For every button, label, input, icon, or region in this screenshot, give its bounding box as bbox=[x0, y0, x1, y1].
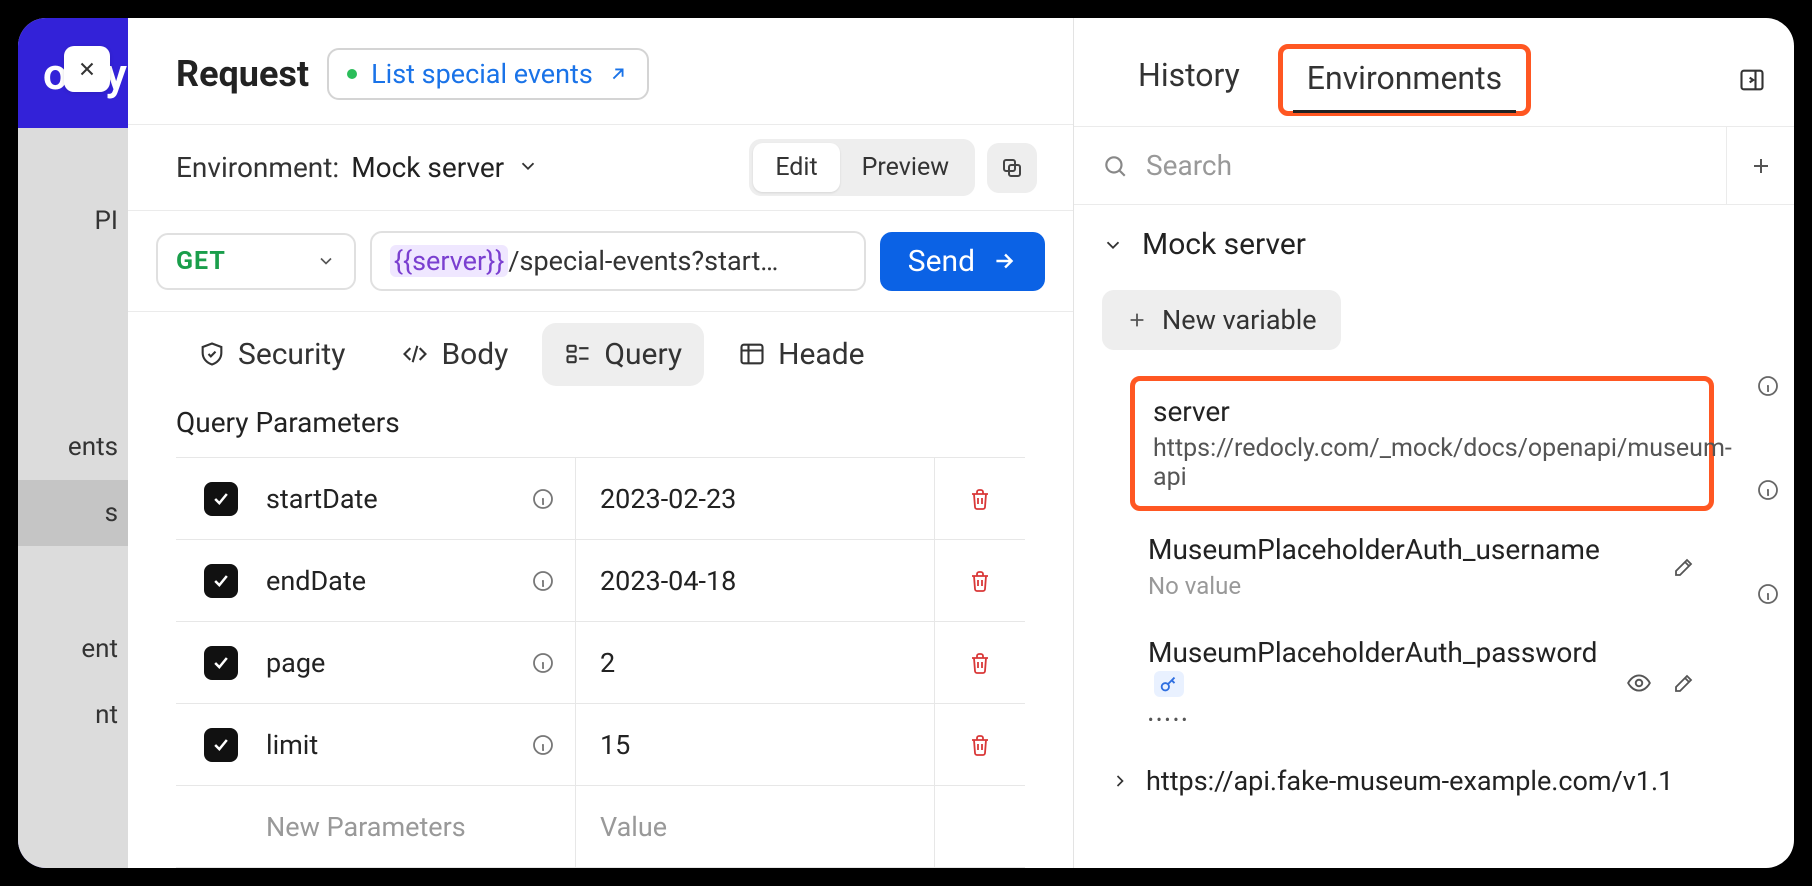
info-icon[interactable] bbox=[531, 487, 555, 511]
tab-history[interactable]: History bbox=[1130, 46, 1248, 114]
variable-item[interactable]: MuseumPlaceholderAuth_password ••••• bbox=[1130, 622, 1714, 743]
chevron-down-icon bbox=[517, 155, 539, 177]
eye-icon[interactable] bbox=[1626, 670, 1652, 696]
edit-button[interactable]: Edit bbox=[753, 143, 839, 192]
table-row-new: New Parameters Value bbox=[176, 786, 1025, 868]
chevron-down-icon bbox=[316, 251, 336, 271]
variable-item[interactable]: MuseumPlaceholderAuth_username No value bbox=[1130, 519, 1714, 614]
collapse-panel-icon[interactable] bbox=[1738, 66, 1766, 94]
url-variable: {{server}} bbox=[390, 245, 509, 277]
search-icon bbox=[1102, 153, 1128, 179]
shield-icon bbox=[198, 340, 226, 368]
query-params-table: startDate 2023-02-23 endDate 2023-04-18 … bbox=[176, 457, 1025, 868]
code-icon bbox=[401, 340, 429, 368]
tab-query[interactable]: Query bbox=[542, 323, 704, 386]
sidebar-item[interactable]: ent bbox=[18, 616, 128, 682]
send-button[interactable]: Send bbox=[880, 232, 1045, 291]
headers-icon bbox=[738, 340, 766, 368]
param-name[interactable]: startDate bbox=[266, 483, 378, 515]
tab-body[interactable]: Body bbox=[379, 323, 530, 386]
variable-item[interactable]: server https://redocly.com/_mock/docs/op… bbox=[1130, 376, 1714, 511]
external-link-icon bbox=[607, 63, 629, 85]
param-value[interactable]: 2 bbox=[600, 647, 615, 679]
new-variable-button[interactable]: New variable bbox=[1102, 290, 1341, 350]
variable-name: MuseumPlaceholderAuth_password bbox=[1148, 636, 1626, 702]
variable-no-value: No value bbox=[1148, 572, 1672, 600]
method-selector[interactable]: GET bbox=[156, 233, 356, 290]
close-button[interactable] bbox=[64, 46, 110, 92]
info-icon[interactable] bbox=[531, 651, 555, 675]
param-checkbox[interactable] bbox=[204, 482, 238, 516]
delete-icon[interactable] bbox=[968, 487, 992, 511]
delete-icon[interactable] bbox=[968, 733, 992, 757]
environment-header[interactable]: Mock server bbox=[1074, 205, 1794, 284]
copy-icon bbox=[1000, 156, 1024, 180]
status-dot-icon bbox=[347, 69, 357, 79]
environment-header-collapsed[interactable]: https://api.fake-museum-example.com/v1.1 bbox=[1074, 751, 1794, 807]
tab-security[interactable]: Security bbox=[176, 323, 367, 386]
edit-icon[interactable] bbox=[1672, 671, 1696, 695]
sidebar-item[interactable]: nt bbox=[18, 682, 128, 748]
edit-preview-toggle: Edit Preview bbox=[749, 139, 975, 196]
sidebar-item[interactable]: s bbox=[18, 480, 128, 546]
chevron-right-icon bbox=[1110, 771, 1130, 791]
param-value[interactable]: 15 bbox=[600, 729, 630, 761]
param-name[interactable]: limit bbox=[266, 729, 318, 761]
preview-button[interactable]: Preview bbox=[840, 143, 971, 192]
table-row: page 2 bbox=[176, 622, 1025, 704]
info-icon[interactable] bbox=[1756, 478, 1780, 502]
arrow-right-icon bbox=[991, 248, 1017, 274]
info-icon[interactable] bbox=[531, 569, 555, 593]
url-input[interactable]: {{server}}/special-events?start… bbox=[370, 231, 866, 291]
param-value[interactable]: 2023-04-18 bbox=[600, 565, 736, 597]
delete-icon[interactable] bbox=[968, 569, 992, 593]
variable-name: server bbox=[1153, 395, 1691, 428]
query-icon bbox=[564, 340, 592, 368]
delete-icon[interactable] bbox=[968, 651, 992, 675]
plus-icon bbox=[1126, 309, 1148, 331]
tab-environments[interactable]: Environments bbox=[1278, 44, 1531, 116]
table-row: endDate 2023-04-18 bbox=[176, 540, 1025, 622]
environment-label: Environment: bbox=[176, 151, 339, 184]
chevron-down-icon bbox=[1102, 234, 1124, 256]
info-icon[interactable] bbox=[1756, 374, 1780, 398]
new-param-name-input[interactable]: New Parameters bbox=[266, 811, 466, 843]
plus-icon bbox=[1749, 154, 1773, 178]
param-checkbox[interactable] bbox=[204, 564, 238, 598]
key-icon bbox=[1154, 671, 1184, 697]
variable-masked-value: ••••• bbox=[1148, 710, 1626, 729]
table-row: startDate 2023-02-23 bbox=[176, 458, 1025, 540]
param-checkbox[interactable] bbox=[204, 728, 238, 762]
info-icon[interactable] bbox=[531, 733, 555, 757]
close-icon bbox=[76, 58, 98, 80]
left-sidebar: ocly PI ents s ent nt bbox=[18, 18, 128, 868]
page-title: Request bbox=[176, 53, 309, 95]
param-value[interactable]: 2023-02-23 bbox=[600, 483, 736, 515]
http-method: GET bbox=[176, 247, 226, 276]
variable-value: https://redocly.com/_mock/docs/openapi/m… bbox=[1153, 434, 1691, 492]
sidebar-item[interactable]: ents bbox=[18, 414, 128, 480]
query-params-title: Query Parameters bbox=[128, 396, 1073, 457]
add-environment-button[interactable] bbox=[1726, 127, 1794, 204]
search-input[interactable] bbox=[1146, 149, 1698, 182]
info-icon[interactable] bbox=[1756, 582, 1780, 606]
variable-name: MuseumPlaceholderAuth_username bbox=[1148, 533, 1672, 566]
tab-headers[interactable]: Heade bbox=[716, 323, 886, 386]
new-param-value-input[interactable]: Value bbox=[600, 811, 667, 843]
param-name[interactable]: endDate bbox=[266, 565, 366, 597]
copy-button[interactable] bbox=[987, 143, 1037, 193]
request-chip[interactable]: List special events bbox=[327, 48, 649, 100]
param-name[interactable]: page bbox=[266, 647, 325, 679]
request-name-link[interactable]: List special events bbox=[371, 58, 593, 90]
edit-icon[interactable] bbox=[1672, 555, 1696, 579]
param-checkbox[interactable] bbox=[204, 646, 238, 680]
sidebar-item[interactable]: PI bbox=[18, 188, 128, 254]
environment-selector[interactable]: Mock server bbox=[351, 151, 539, 184]
table-row: limit 15 bbox=[176, 704, 1025, 786]
